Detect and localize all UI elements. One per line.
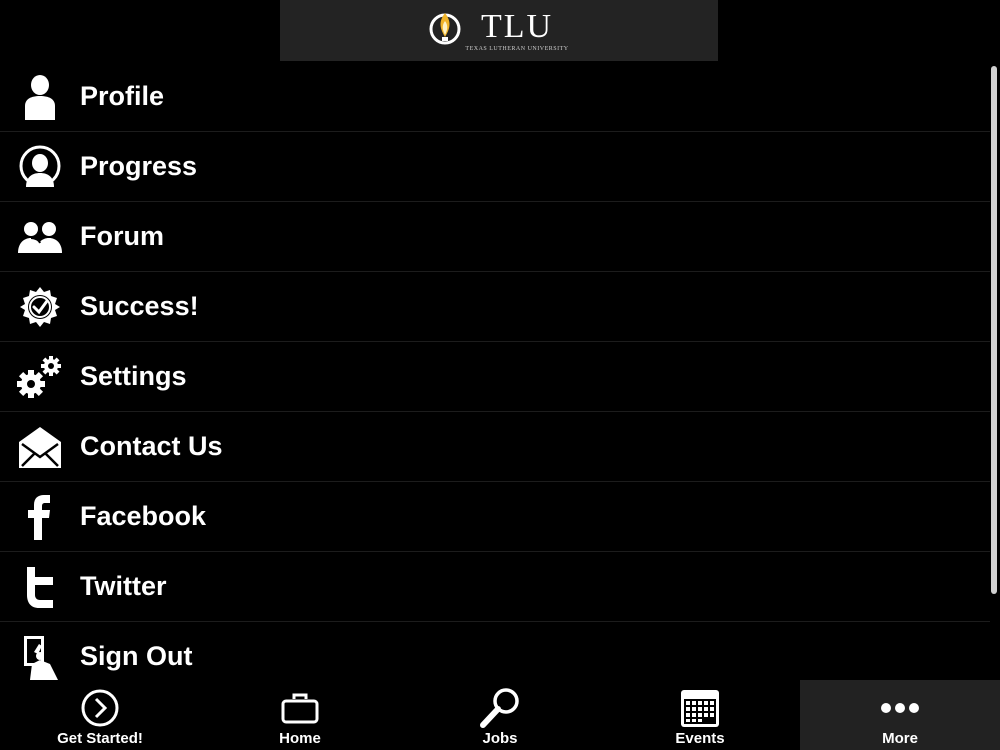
bottom-tab-bar: Get Started! Home Jobs Events More <box>0 680 1000 750</box>
menu-item-forum[interactable]: Forum <box>0 202 990 272</box>
menu-item-label: Profile <box>80 81 165 111</box>
more-dots-icon <box>878 688 922 728</box>
tab-label: Events <box>675 730 725 747</box>
twitter-icon <box>17 562 63 612</box>
tlu-logo: TLU Texas Lutheran University <box>429 9 568 52</box>
envelope-icon <box>17 422 63 472</box>
menu-item-label: Sign Out <box>80 641 193 671</box>
menu-item-profile[interactable]: Profile <box>0 62 990 132</box>
gears-icon <box>17 352 63 402</box>
menu-item-sign-out[interactable]: Sign Out <box>0 622 990 680</box>
tab-label: Jobs <box>482 730 518 747</box>
menu-item-settings[interactable]: Settings <box>0 342 990 412</box>
header: TLU Texas Lutheran University <box>0 0 1000 62</box>
menu-item-progress[interactable]: Progress <box>0 132 990 202</box>
tab-label: More <box>882 730 918 747</box>
scrollbar[interactable] <box>991 66 997 594</box>
logo-text: TLU <box>480 7 554 45</box>
menu-item-label: Twitter <box>80 571 167 601</box>
chevron-circle-icon <box>78 688 122 728</box>
flame-logo-icon <box>429 9 461 52</box>
menu-item-label: Forum <box>80 221 164 251</box>
tab-events[interactable]: Events <box>600 680 800 750</box>
tab-label: Home <box>279 730 321 747</box>
tab-more[interactable]: More <box>800 680 1000 750</box>
progress-person-icon <box>17 142 63 192</box>
menu-item-facebook[interactable]: Facebook <box>0 482 990 552</box>
menu-item-label: Success! <box>80 291 199 321</box>
tab-jobs[interactable]: Jobs <box>400 680 600 750</box>
tab-home[interactable]: Home <box>200 680 400 750</box>
magnifier-icon <box>478 688 522 728</box>
logo-subtitle: Texas Lutheran University <box>465 45 569 52</box>
menu-item-label: Contact Us <box>80 431 223 461</box>
menu-item-label: Progress <box>80 151 198 181</box>
menu-item-label: Facebook <box>80 501 207 531</box>
facebook-icon <box>17 492 63 542</box>
briefcase-icon <box>278 688 322 728</box>
tab-get-started[interactable]: Get Started! <box>0 680 200 750</box>
group-icon <box>17 212 63 262</box>
sign-out-icon <box>17 632 63 681</box>
logo-banner: TLU Texas Lutheran University <box>280 0 718 61</box>
check-badge-icon <box>17 282 63 332</box>
menu-item-label: Settings <box>80 361 187 391</box>
menu-item-success[interactable]: Success! <box>0 272 990 342</box>
menu-item-twitter[interactable]: Twitter <box>0 552 990 622</box>
menu-item-contact-us[interactable]: Contact Us <box>0 412 990 482</box>
person-icon <box>17 72 63 122</box>
more-menu-list: Profile Progress Forum Success! Settings… <box>0 62 990 680</box>
tab-label: Get Started! <box>57 730 143 747</box>
calendar-icon <box>678 688 722 728</box>
